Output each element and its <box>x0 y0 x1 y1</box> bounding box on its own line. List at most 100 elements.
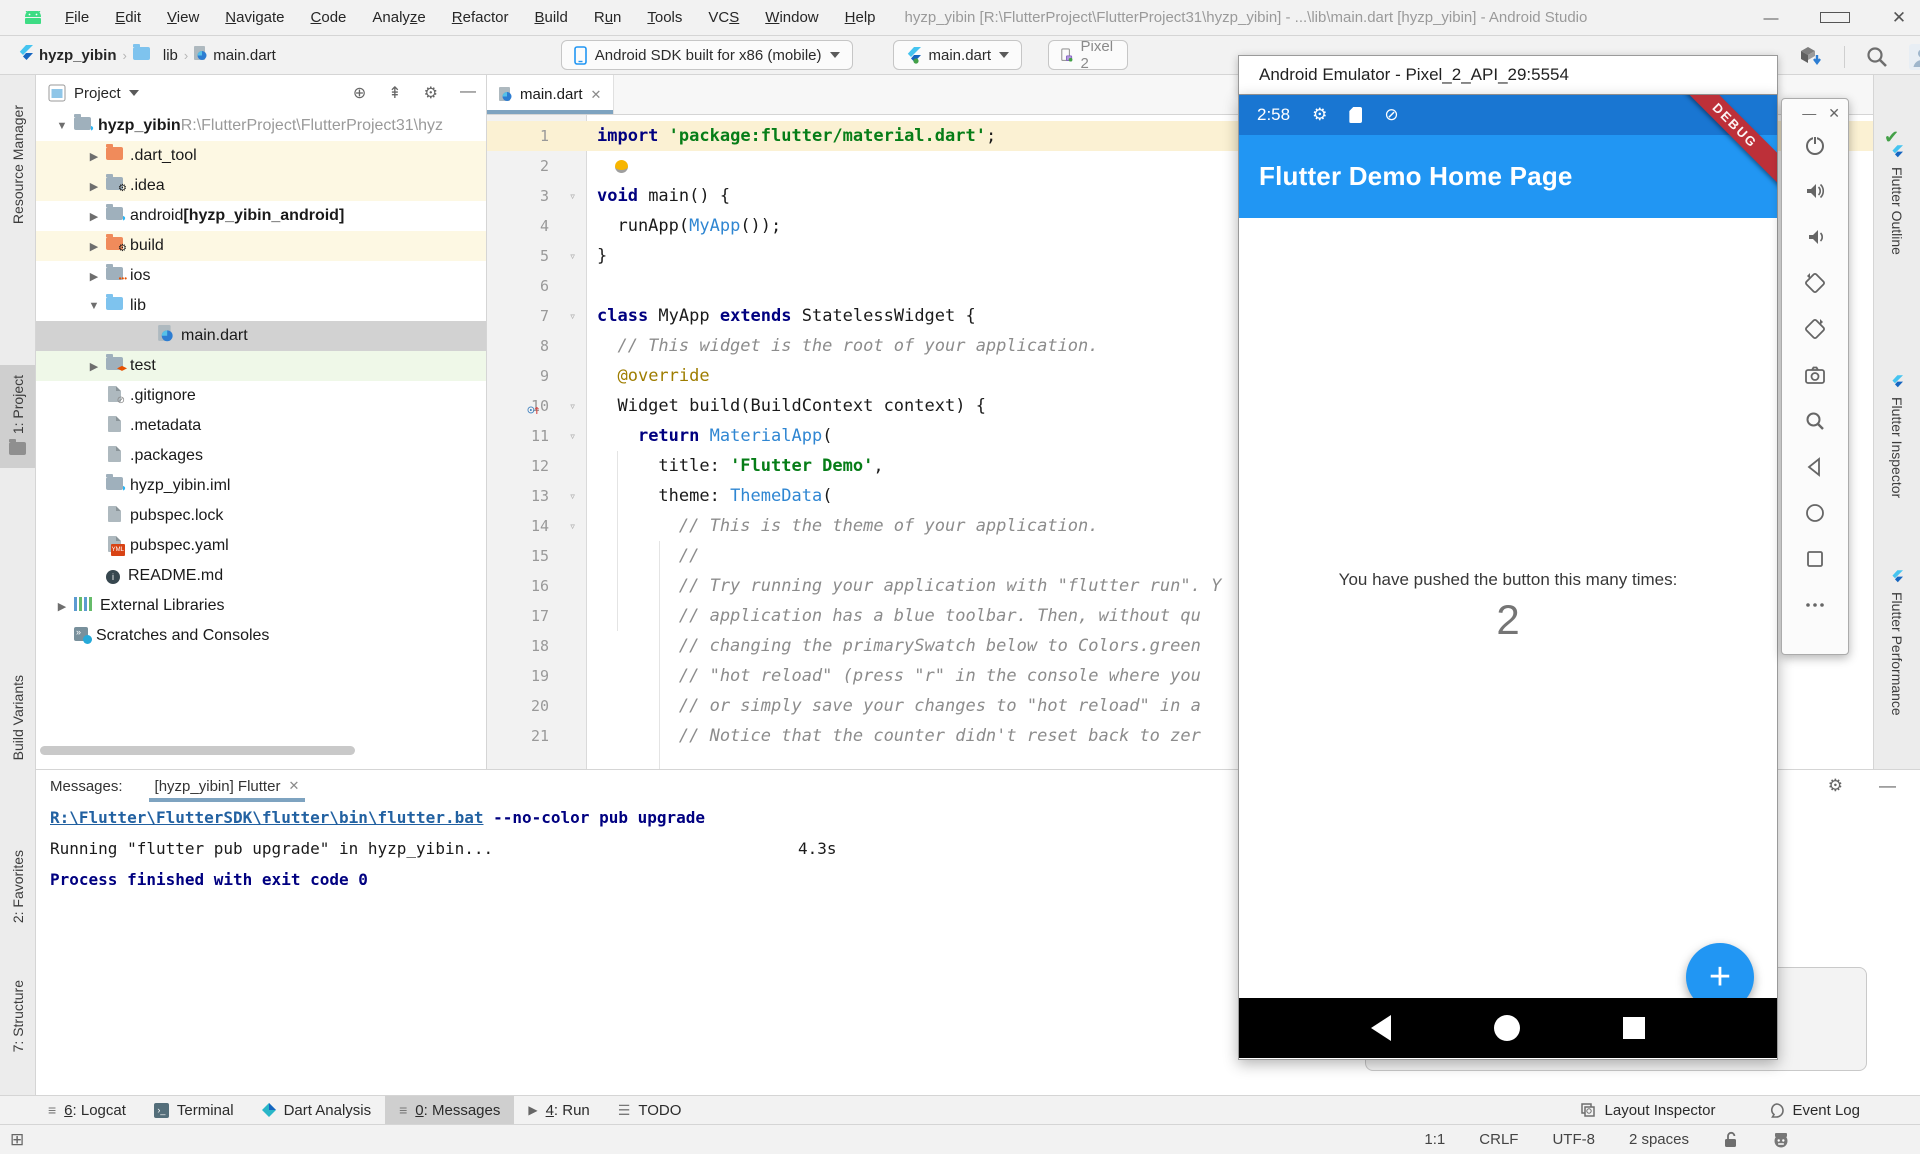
toolwindow-6-logcat[interactable]: ≡6: Logcat <box>34 1096 140 1125</box>
menu-run[interactable]: Run <box>581 0 635 36</box>
line-ending[interactable]: CRLF <box>1479 1131 1518 1148</box>
caret-position[interactable]: 1:1 <box>1424 1131 1445 1148</box>
sidebar-tab-2-favorites[interactable]: 2: Favorites <box>0 850 35 923</box>
hide-panel-icon[interactable]: — <box>460 83 476 103</box>
breadcrumb-item-lib[interactable]: lib <box>133 47 178 64</box>
nav-back-icon[interactable] <box>1371 1015 1391 1041</box>
close-button[interactable]: ✕ <box>1884 8 1914 28</box>
nav-overview-icon[interactable] <box>1804 548 1826 570</box>
fold-marker-icon[interactable]: ▿ <box>569 391 576 421</box>
fold-marker-icon[interactable]: ▿ <box>569 421 576 451</box>
tree-row-ios[interactable]: ▶•••ios <box>36 261 486 291</box>
sidebar-tab-1-project[interactable]: 1: Project <box>0 365 35 468</box>
menu-code[interactable]: Code <box>298 0 360 36</box>
right-tab-flutter-inspector[interactable]: Flutter Inspector <box>1874 375 1920 498</box>
tree-row-android[interactable]: ▶◗android [hyzp_yibin_android] <box>36 201 486 231</box>
tree-down-arrow-icon[interactable]: ▼ <box>88 300 100 312</box>
intention-bulb-icon[interactable] <box>615 160 628 173</box>
settings-gear-icon[interactable]: ⚙ <box>424 83 438 103</box>
menu-view[interactable]: View <box>154 0 212 36</box>
tree-row-hyzp-yibin[interactable]: ▼◗hyzp_yibin R:\FlutterProject\FlutterPr… <box>36 111 486 141</box>
profile-avatar-icon[interactable] <box>1909 44 1920 70</box>
encoding[interactable]: UTF-8 <box>1552 1131 1595 1148</box>
close-tab-icon[interactable]: ✕ <box>288 778 299 794</box>
menu-window[interactable]: Window <box>752 0 831 36</box>
tree-row-pubspec-yaml[interactable]: YMLpubspec.yaml <box>36 531 486 561</box>
menu-tools[interactable]: Tools <box>634 0 695 36</box>
menu-help[interactable]: Help <box>832 0 889 36</box>
tree-right-arrow-icon[interactable]: ▶ <box>88 240 100 253</box>
run-config-selector[interactable]: main.dart <box>893 40 1023 70</box>
menu-navigate[interactable]: Navigate <box>212 0 297 36</box>
tree-down-arrow-icon[interactable]: ▼ <box>56 120 68 132</box>
indent-setting[interactable]: 2 spaces <box>1629 1131 1689 1148</box>
search-icon[interactable] <box>1865 45 1889 69</box>
tree-row--packages[interactable]: .packages <box>36 441 486 471</box>
gradle-face-icon[interactable] <box>1772 1131 1790 1149</box>
close-button[interactable]: ✕ <box>1828 105 1840 122</box>
power-icon[interactable] <box>1804 134 1826 156</box>
right-tab-flutter-outline[interactable]: Flutter Outline <box>1874 145 1920 255</box>
hide-panel-icon[interactable]: — <box>1879 776 1896 796</box>
tree-row--metadata[interactable]: .metadata <box>36 411 486 441</box>
editor-tab-main-dart[interactable]: main.dart ✕ <box>487 75 614 114</box>
fold-marker-icon[interactable]: ▿ <box>569 301 576 331</box>
camera-icon[interactable] <box>1804 364 1826 386</box>
tree-row-test[interactable]: ▶◂▸test <box>36 351 486 381</box>
fold-marker-icon[interactable]: ▿ <box>569 481 576 511</box>
tree-right-arrow-icon[interactable]: ▶ <box>88 270 100 283</box>
nav-back-icon[interactable] <box>1804 456 1826 478</box>
sidebar-tab-build-variants[interactable]: Build Variants <box>0 675 35 760</box>
tree-row--gitignore[interactable]: ⊘.gitignore <box>36 381 486 411</box>
tree-row--idea[interactable]: ▶⚙.idea <box>36 171 486 201</box>
tree-row-main-dart[interactable]: main.dart <box>36 321 486 351</box>
tree-right-arrow-icon[interactable]: ▶ <box>88 360 100 373</box>
rotate-left-icon[interactable] <box>1804 272 1826 294</box>
flutter-bat-link[interactable]: R:\Flutter\FlutterSDK\flutter\bin\flutte… <box>50 808 483 827</box>
toolwindow-layout-inspector[interactable]: Layout Inspector <box>1567 1096 1730 1125</box>
tree-row-readme-md[interactable]: iREADME.md <box>36 561 486 591</box>
menu-file[interactable]: File <box>52 0 102 36</box>
collapse-all-icon[interactable]: ⇞ <box>388 83 401 103</box>
volume-down-icon[interactable] <box>1804 226 1826 248</box>
tree-row-external-libraries[interactable]: ▶External Libraries <box>36 591 486 621</box>
tree-row-hyzp-yibin-iml[interactable]: ◗hyzp_yibin.iml <box>36 471 486 501</box>
messages-tab-flutter[interactable]: [hyzp_yibin] Flutter ✕ <box>149 770 306 802</box>
deploy-target-button[interactable]: Pixel 2 <box>1048 40 1128 70</box>
horizontal-scrollbar[interactable] <box>40 746 355 755</box>
menu-build[interactable]: Build <box>521 0 580 36</box>
menu-analyze[interactable]: Analyze <box>359 0 438 36</box>
project-view-selector[interactable]: Project <box>74 85 121 102</box>
breadcrumb-item-hyzp_yibin[interactable]: hyzp_yibin <box>18 45 117 66</box>
tree-row-pubspec-lock[interactable]: pubspec.lock <box>36 501 486 531</box>
emulator-title-bar[interactable]: Android Emulator - Pixel_2_API_29:5554 <box>1238 55 1778 95</box>
nav-home-icon[interactable] <box>1494 1015 1520 1041</box>
tree-right-arrow-icon[interactable]: ▶ <box>88 150 100 163</box>
emulator-screen[interactable]: 2:58 ⚙ ⊘ Flutter Demo Home Page DEBUG Yo… <box>1238 95 1778 1060</box>
rotate-right-icon[interactable] <box>1804 318 1826 340</box>
toolwindow-todo[interactable]: ☰TODO <box>604 1096 696 1125</box>
toolwindow-dart-analysis[interactable]: Dart Analysis <box>248 1096 386 1125</box>
tree-row-lib[interactable]: ▼lib <box>36 291 486 321</box>
menu-vcs[interactable]: VCS <box>695 0 752 36</box>
fold-marker-icon[interactable]: ▿ <box>569 511 576 541</box>
tree-row-scratches-and-consoles[interactable]: »Scratches and Consoles <box>36 621 486 651</box>
tree-row--dart-tool[interactable]: ▶.dart_tool <box>36 141 486 171</box>
tree-right-arrow-icon[interactable]: ▶ <box>88 180 100 193</box>
fold-marker-icon[interactable]: ▿ <box>569 241 576 271</box>
zoom-icon[interactable] <box>1804 410 1826 432</box>
menu-refactor[interactable]: Refactor <box>439 0 522 36</box>
tree-right-arrow-icon[interactable]: ▶ <box>88 210 100 223</box>
toolwindow-4-run[interactable]: ▶4: Run <box>514 1096 603 1125</box>
sidebar-tab-resource-manager[interactable]: Resource Manager <box>0 105 35 224</box>
right-tab-flutter-performance[interactable]: Flutter Performance <box>1874 570 1920 716</box>
sidebar-tab-7-structure[interactable]: 7: Structure <box>0 980 35 1052</box>
volume-up-icon[interactable] <box>1804 180 1826 202</box>
locate-file-icon[interactable]: ⊕ <box>353 83 366 103</box>
close-tab-icon[interactable]: ✕ <box>591 87 602 103</box>
tree-right-arrow-icon[interactable]: ▶ <box>56 600 68 613</box>
nav-home-icon[interactable] <box>1804 502 1826 524</box>
chevron-down-icon[interactable] <box>129 90 139 96</box>
menu-edit[interactable]: Edit <box>102 0 154 36</box>
toolwindow-0-messages[interactable]: ≡0: Messages <box>385 1096 514 1125</box>
